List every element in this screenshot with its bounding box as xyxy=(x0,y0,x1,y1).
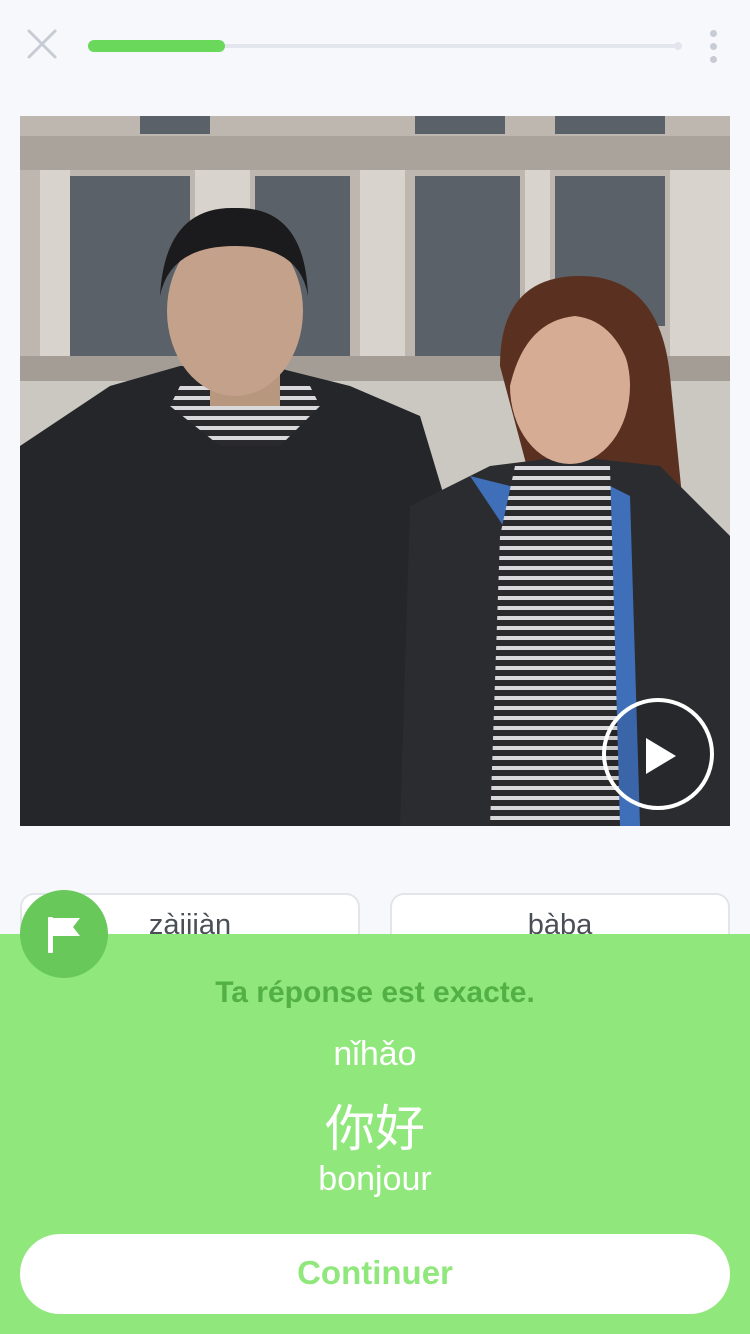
play-icon xyxy=(646,738,676,774)
report-flag-button[interactable] xyxy=(20,890,108,978)
continue-button-label: Continuer xyxy=(297,1254,453,1291)
flag-icon xyxy=(48,917,80,953)
answer-translation: bonjour xyxy=(318,1160,432,1198)
close-icon xyxy=(27,29,57,59)
video-player[interactable] xyxy=(20,116,730,826)
play-button[interactable] xyxy=(602,698,714,810)
progress-fill xyxy=(88,40,225,52)
lesson-progress-bar xyxy=(88,40,682,52)
answer-hanzi: 你好 xyxy=(325,1100,425,1158)
top-bar xyxy=(0,0,750,90)
continue-button[interactable]: Continuer xyxy=(20,1234,730,1314)
more-vertical-icon xyxy=(710,30,717,37)
answer-pinyin: nǐhǎo xyxy=(333,1035,417,1073)
feedback-title: Ta réponse est exacte. xyxy=(215,976,535,1009)
close-button[interactable] xyxy=(22,24,62,64)
more-options-button[interactable] xyxy=(700,26,728,66)
